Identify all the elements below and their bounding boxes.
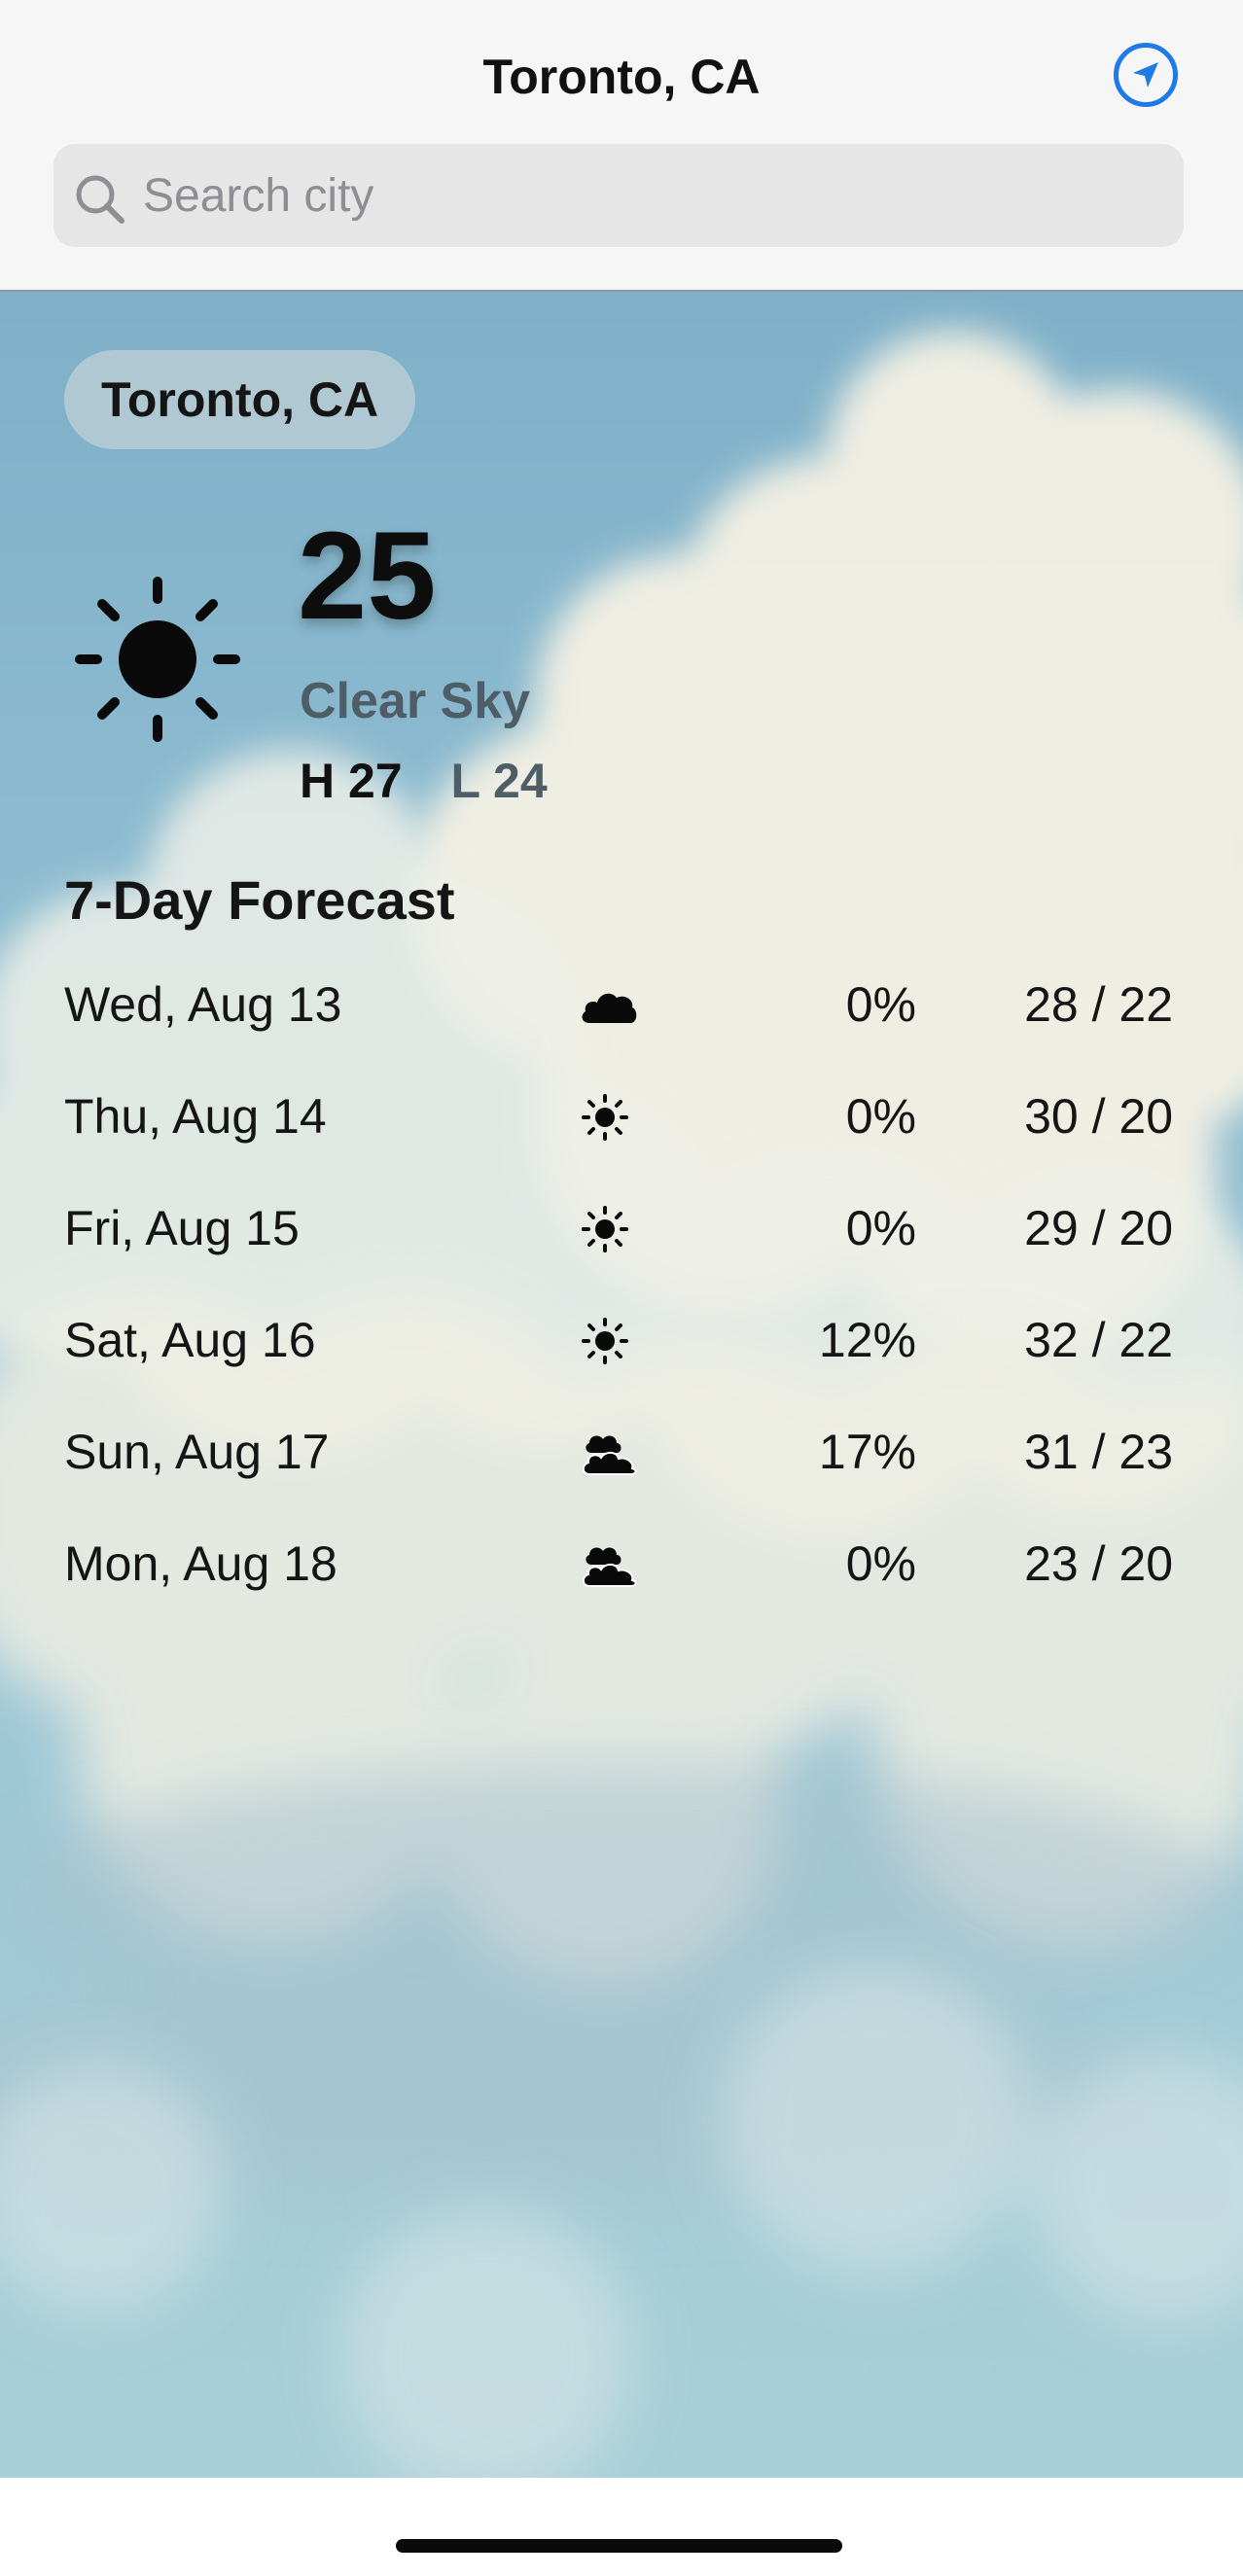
forecast-day: Fri, Aug 15 <box>64 1201 300 1255</box>
search-icon <box>76 175 124 224</box>
forecast-temps: 29 / 20 <box>1024 1201 1173 1255</box>
page-title: Toronto, CA <box>482 50 761 104</box>
clouds-icon <box>582 1435 637 1475</box>
home-indicator[interactable] <box>396 2539 842 2553</box>
forecast-day: Sun, Aug 17 <box>64 1425 330 1479</box>
forecast-precip: 0% <box>845 1201 916 1255</box>
clouds-icon <box>582 1547 637 1587</box>
forecast-temps: 28 / 22 <box>1024 977 1173 1032</box>
forecast-temps: 32 / 22 <box>1024 1313 1173 1367</box>
location-arrow-icon <box>1133 62 1158 88</box>
forecast-day: Mon, Aug 18 <box>64 1536 337 1591</box>
sun-icon <box>75 577 240 742</box>
high-low: H 27 L 24 <box>300 749 548 813</box>
forecast-precip: 0% <box>845 977 916 1032</box>
forecast-row[interactable]: Wed, Aug 13 0% 28 / 22 <box>64 949 1173 1061</box>
forecast-day: Thu, Aug 14 <box>64 1089 327 1144</box>
forecast-temps: 30 / 20 <box>1024 1089 1173 1144</box>
high-temperature: H 27 <box>300 754 403 808</box>
current-temperature: 25 <box>298 507 437 646</box>
forecast-temps: 23 / 20 <box>1024 1536 1173 1591</box>
low-temperature: L 24 <box>450 754 548 808</box>
forecast-precip: 0% <box>845 1089 916 1144</box>
forecast-row[interactable]: Fri, Aug 15 0% 29 / 20 <box>64 1173 1173 1285</box>
forecast-day: Wed, Aug 13 <box>64 977 342 1032</box>
forecast-row[interactable]: Sat, Aug 16 12% 32 / 22 <box>64 1285 1173 1396</box>
current-condition: Clear Sky <box>300 673 531 729</box>
forecast-precip: 17% <box>818 1425 916 1479</box>
forecast-precip: 12% <box>818 1313 916 1367</box>
sun-icon <box>582 1094 628 1141</box>
forecast-title: 7-Day Forecast <box>64 869 455 931</box>
weather-screen: Toronto, CA Search city Toronto, CA 25 C… <box>0 0 1243 2576</box>
cloud-icon <box>582 993 637 1023</box>
current-location-button[interactable] <box>1114 43 1178 107</box>
header: Toronto, CA <box>0 0 1243 292</box>
forecast-list: Wed, Aug 13 0% 28 / 22 Thu, Aug 14 0% 30… <box>64 949 1173 1620</box>
location-chip[interactable]: Toronto, CA <box>64 350 416 449</box>
forecast-row[interactable]: Sun, Aug 17 17% 31 / 23 <box>64 1396 1173 1508</box>
forecast-row[interactable]: Mon, Aug 18 0% 23 / 20 <box>64 1508 1173 1620</box>
forecast-precip: 0% <box>845 1536 916 1591</box>
home-indicator-area <box>0 2478 1243 2576</box>
search-bar[interactable] <box>53 144 1184 247</box>
sun-icon <box>582 1318 628 1364</box>
forecast-day: Sat, Aug 16 <box>64 1313 316 1367</box>
search-input[interactable] <box>143 144 1164 247</box>
sun-icon <box>582 1206 628 1253</box>
forecast-row[interactable]: Thu, Aug 14 0% 30 / 20 <box>64 1061 1173 1173</box>
forecast-temps: 31 / 23 <box>1024 1425 1173 1479</box>
